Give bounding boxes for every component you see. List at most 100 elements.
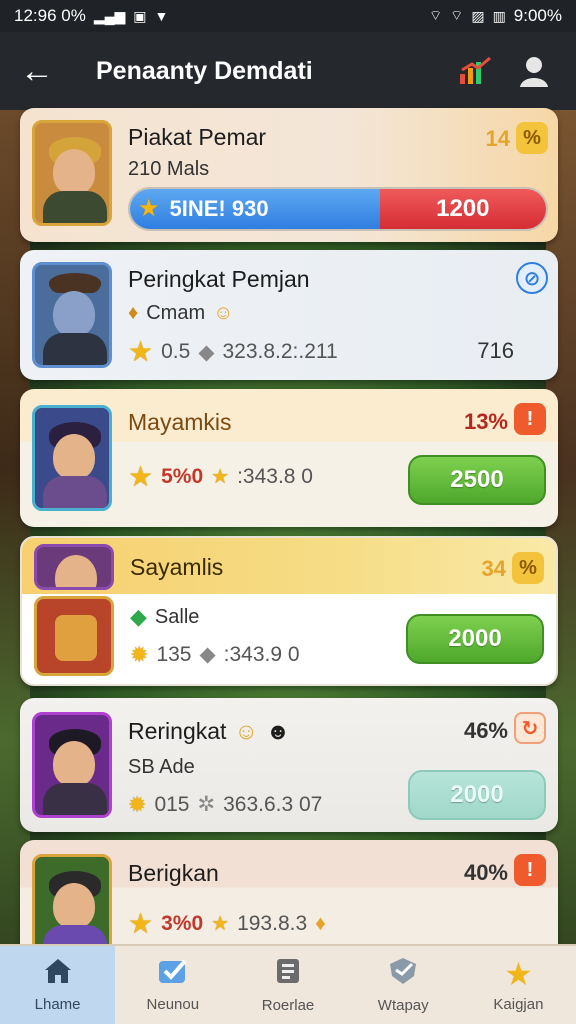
wifi-icon: ⌔ xyxy=(428,7,443,23)
status-right-text: 9:00% xyxy=(513,6,562,25)
percent-value: 13% xyxy=(463,409,508,434)
stat-b: 323.8.2:.211 xyxy=(222,340,338,363)
status-bar: 12:96 0% ▂▄▆ ▣ ▼ ⌔ ⌔ ▨ ▥ 9:00% xyxy=(0,0,576,32)
signal-icon: ▂▄▆ xyxy=(93,7,126,24)
star-icon: ★ xyxy=(138,195,160,222)
percent-value: 34 xyxy=(481,556,506,581)
stat-a: 5%0 xyxy=(161,465,204,488)
player-value: 716 xyxy=(477,338,514,363)
item-image xyxy=(34,596,114,676)
percent-value: 14 xyxy=(485,126,510,151)
list-item[interactable]: Mayamkis 13% ! ★ 5%0 ★ :343.8 0 2500 xyxy=(20,389,558,527)
star-icon: ★ xyxy=(128,908,154,939)
check-icon xyxy=(157,957,189,990)
nav-item-kaigjan[interactable]: ★ Kaigjan xyxy=(461,946,576,1024)
star-icon: ★ xyxy=(128,461,154,492)
battery-icon: ▥ xyxy=(492,7,506,24)
badge-star-icon: ✹ xyxy=(130,641,149,667)
gear-icon: ✲ xyxy=(197,793,216,816)
trophy-icon: ♦ xyxy=(315,912,326,935)
percent-badge: % xyxy=(512,552,544,584)
player-subtitle-row: ♦ Cmam ☺ xyxy=(128,302,234,325)
player-subtitle: Cmam xyxy=(146,302,206,324)
document-icon xyxy=(273,956,303,991)
nav-label: Roerlae xyxy=(261,997,315,1014)
emoji-icon: ☺ xyxy=(213,302,234,324)
player-name: Piakat Pemar xyxy=(128,124,267,150)
stat-a: 015 xyxy=(154,792,190,816)
nav-label: Wtapay xyxy=(377,997,429,1014)
small-star-icon: ★ xyxy=(211,466,230,488)
shield-icon xyxy=(386,956,420,991)
stat-b: :343.8 0 xyxy=(237,465,313,488)
avatar xyxy=(34,544,114,590)
gem-icon: ◆ xyxy=(199,643,216,666)
stat-b: :343.9 0 xyxy=(223,642,300,666)
player-name: Peringkat Pemjan xyxy=(128,266,310,292)
player-name: Mayamkis xyxy=(128,409,232,435)
emoji-icon: ☺ xyxy=(234,718,258,744)
emoji-icon-2: ☻ xyxy=(265,718,291,744)
nav-item-wtapay[interactable]: Wtapay xyxy=(346,946,461,1024)
player-subtitle: SB Ade xyxy=(128,756,195,778)
bottom-navigation: Lhame Neunou Roerlae Wtapay ★ Kaigjan xyxy=(0,944,576,1024)
gem-icon: ◆ xyxy=(198,340,215,364)
player-stats: ✹ 135 ◆ :343.9 0 xyxy=(130,642,300,667)
list-item[interactable]: Reringkat ☺ ☻ SB Ade 46% ↻ ✹ 015 ✲ 363.6… xyxy=(20,698,558,832)
list-item[interactable]: Piakat Pemar 210 Mals 14 % ★ 5INE! 930 1… xyxy=(20,108,558,242)
verified-icon: ⊘ xyxy=(516,262,548,294)
avatar xyxy=(32,405,112,511)
star-icon: ★ xyxy=(504,955,533,992)
player-stats: ★ 0.5 ◆ 323.8.2:.211 xyxy=(128,338,338,366)
home-icon xyxy=(43,957,73,990)
avatar xyxy=(32,262,112,368)
stat-a: 0.5 xyxy=(161,340,191,363)
percent-value: 46% xyxy=(463,718,508,743)
stat-b: 193.8.3 xyxy=(237,912,308,935)
back-arrow-icon[interactable]: ← xyxy=(20,54,76,88)
wifi-icon-2: ⌔ xyxy=(450,7,464,23)
nav-item-roerlae[interactable]: Roerlae xyxy=(230,946,345,1024)
nav-item-neunou[interactable]: Neunou xyxy=(115,946,230,1024)
list-item[interactable]: Peringkat Pemjan ♦ Cmam ☺ ★ 0.5 ◆ 323.8.… xyxy=(20,250,558,380)
trend-icon[interactable] xyxy=(454,49,498,93)
claim-button[interactable]: 2500 xyxy=(408,455,546,505)
nav-label: Kaigjan xyxy=(493,995,544,1013)
player-stats: ★ 3%0 ★ 193.8.3 ♦ xyxy=(128,910,326,938)
shield-check-icon: ◆ xyxy=(130,604,147,629)
nav-label: Lhame xyxy=(34,996,81,1013)
avatar xyxy=(32,120,112,226)
player-subtitle-row: ◆ Salle xyxy=(130,604,199,630)
alert-badge-icon: ! xyxy=(514,854,546,886)
alert-badge-icon: ! xyxy=(514,403,546,435)
claim-button-disabled[interactable]: 2000 xyxy=(408,770,546,820)
progress-bar: ★ 5INE! 930 1200 xyxy=(128,187,548,231)
nav-item-home[interactable]: Lhame xyxy=(0,946,116,1024)
player-stats: ★ 5%0 ★ :343.8 0 xyxy=(128,463,313,491)
stat-b: 363.6.3 07 xyxy=(223,792,323,816)
player-name: Berigkan xyxy=(128,860,219,886)
player-subtitle: 210 Mals xyxy=(128,158,210,180)
player-name-row: Reringkat ☺ ☻ xyxy=(128,718,290,745)
nav-label: Neunou xyxy=(146,996,200,1013)
list-item[interactable]: Sayamlis 34 % ◆ Salle ✹ 135 ◆ :343.9 0 2… xyxy=(20,536,558,686)
profile-icon[interactable] xyxy=(512,49,556,93)
app-bar: ← Penaanty Demdati xyxy=(0,32,576,110)
player-stats: ✹ 015 ✲ 363.6.3 07 xyxy=(128,792,322,817)
trophy-icon: ♦ xyxy=(128,302,139,324)
progress-fill: ★ 5INE! 930 xyxy=(130,189,380,229)
page-title: Penaanty Demdati xyxy=(96,56,313,85)
percent-value: 40% xyxy=(463,860,508,885)
stat-a: 135 xyxy=(156,642,192,666)
badge-star-icon: ✹ xyxy=(128,791,147,817)
player-subtitle: Salle xyxy=(154,605,200,628)
player-name: Sayamlis xyxy=(130,554,224,580)
dropdown-icon: ▼ xyxy=(154,8,169,24)
progress-value: 1200 xyxy=(379,189,546,229)
player-name: Reringkat xyxy=(128,718,227,744)
stat-a: 3%0 xyxy=(161,912,204,935)
status-time: 12:96 0% xyxy=(14,6,86,25)
claim-button[interactable]: 2000 xyxy=(406,614,544,664)
star-icon: ★ xyxy=(128,336,154,367)
small-star-icon: ★ xyxy=(211,913,230,935)
